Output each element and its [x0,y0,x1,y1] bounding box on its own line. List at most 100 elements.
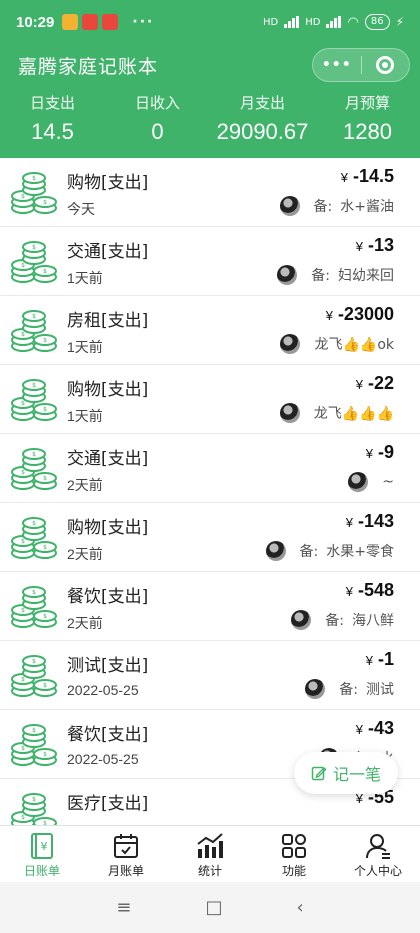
currency-symbol: ¥ [365,446,373,461]
amount-value: -9 [377,442,394,462]
svg-text:$: $ [21,745,25,752]
close-button[interactable] [361,56,409,74]
add-record-label: 记一笔 [332,765,381,784]
back-icon[interactable]: ‹ [296,897,303,918]
home-icon[interactable]: □ [205,897,222,918]
note-text: 水果+零食 [326,544,394,560]
record-row[interactable]: $ $ $ 购物[支出] 2天前 ¥ -143 备: 水果+零食 [0,503,420,572]
coins-icon: $ $ $ [11,241,57,283]
note-text: 龙飞👍👍👍 [313,406,394,422]
charging-icon: ⚡ [395,15,404,29]
coins-icon: $ $ $ [11,448,57,490]
record-row[interactable]: $ $ $ 交通[支出] 2天前 ¥ -9 ~ [0,434,420,503]
avatar [348,472,369,492]
record-row[interactable]: $ $ $ 房租[支出] 1天前 ¥ -23000 龙飞👍👍ok [0,296,420,365]
record-row[interactable]: $ $ $ 购物[支出] 今天 ¥ -14.5 备: 水+酱油 [0,158,420,227]
app-title: 嘉腾家庭记账本 [18,56,159,78]
coins-icon: $ $ $ [11,379,57,421]
menu-icon[interactable]: ≡ [116,897,131,918]
record-row[interactable]: $ $ $ 购物[支出] 1天前 ¥ -22 龙飞👍👍👍 [0,365,420,434]
coins-icon: $ $ $ [11,172,57,214]
stat-monthly-expense: 月支出 29090.67 [210,92,315,152]
avatar [305,679,326,699]
record-note: 备: 水+酱油 [279,196,394,216]
currency-symbol: ¥ [345,584,353,599]
note-text: 水+酱油 [340,199,394,215]
svg-text:$: $ [32,382,36,389]
avatar [291,610,312,630]
daily-bill-icon: ¥ [31,833,53,859]
record-date: 2022-05-25 [67,682,139,698]
record-date: 2022-05-25 [67,751,139,767]
record-note: ~ [348,472,394,492]
record-date: 1天前 [67,408,103,424]
coins-icon: $ $ $ [11,517,57,559]
stat-value: 1280 [343,119,392,144]
stat-value: 0 [151,119,164,144]
record-amount: ¥ -23000 [326,304,394,325]
avatar [280,334,301,354]
tab-profile[interactable]: 个人中心 [336,826,420,882]
record-amount: ¥ -548 [346,580,394,601]
record-note: 备: 测试 [305,679,394,699]
svg-text:$: $ [32,520,36,527]
record-category: 交通[支出] [67,449,149,469]
note-prefix: 备: [313,199,333,215]
record-category: 测试[支出] [67,656,149,676]
stat-daily-income: 日收入 0 [105,92,210,152]
currency-symbol: ¥ [355,722,363,737]
record-note: 龙飞👍👍👍 [279,403,394,423]
more-button[interactable]: ••• [313,57,361,73]
svg-text:$: $ [21,400,25,407]
avatar [279,196,300,216]
record-row[interactable]: $ $ $ 餐饮[支出] 2天前 ¥ -548 备: 海八鲜 [0,572,420,641]
record-date: 1天前 [67,270,103,286]
record-amount: ¥ -22 [356,373,394,394]
record-date: 2天前 [67,477,103,493]
currency-symbol: ¥ [345,515,353,530]
record-category: 购物[支出] [67,518,149,538]
tab-functions[interactable]: 功能 [252,826,336,882]
svg-text:$: $ [21,331,25,338]
record-note: 备: 水果+零食 [265,541,394,561]
record-note: 龙飞👍👍ok [280,334,394,354]
tab-statistics[interactable]: 统计 [168,826,252,882]
svg-text:$: $ [21,814,25,821]
svg-text:$: $ [32,658,36,665]
amount-value: -22 [367,373,394,393]
stat-value: 14.5 [31,119,74,144]
record-list: $ $ $ 购物[支出] 今天 ¥ -14.5 备: 水+酱油 $ $ $ 交通[支出] … [0,158,420,825]
summary-stats: 日支出 14.5 日收入 0 月支出 29090.67 月预算 1280 [0,92,420,152]
svg-text:$: $ [43,613,47,620]
svg-text:$: $ [32,796,36,803]
tab-monthly-bill[interactable]: 月账单 [84,826,168,882]
coins-icon: $ $ $ [11,724,57,766]
header: 10:29 ··· HD HD ◠ 86 ⚡ 嘉腾家庭记账本 ••• 日支出 1… [0,0,420,158]
coins-icon: $ $ $ [11,586,57,628]
note-prefix: 备: [339,682,358,698]
currency-symbol: ¥ [355,377,363,392]
add-record-button[interactable]: 记一笔 [294,752,398,794]
record-row[interactable]: $ $ $ 交通[支出] 1天前 ¥ -13 备: 妇幼来回 [0,227,420,296]
avatar [265,541,286,561]
svg-text:$: $ [32,451,36,458]
record-amount: ¥ -143 [346,511,394,532]
svg-text:$: $ [43,268,47,275]
network-label: HD [263,16,279,28]
record-amount: ¥ -9 [366,442,394,463]
coins-icon: $ $ $ [11,655,57,697]
note-text: 龙飞👍👍ok [314,337,394,353]
title-bar: 嘉腾家庭记账本 ••• [0,44,420,84]
record-row[interactable]: $ $ $ 测试[支出] 2022-05-25 ¥ -1 备: 测试 [0,641,420,710]
currency-symbol: ¥ [355,239,363,254]
record-category: 餐饮[支出] [67,725,149,745]
tab-label: 月账单 [107,864,144,878]
svg-text:$: $ [21,538,25,545]
svg-text:$: $ [43,682,47,689]
currency-symbol: ¥ [325,308,333,323]
svg-text:$: $ [21,607,25,614]
stat-value: 29090.67 [216,119,309,144]
tab-daily-bill[interactable]: ¥ 日账单 [0,826,84,882]
svg-text:$: $ [43,199,47,206]
amount-value: -13 [367,235,394,255]
